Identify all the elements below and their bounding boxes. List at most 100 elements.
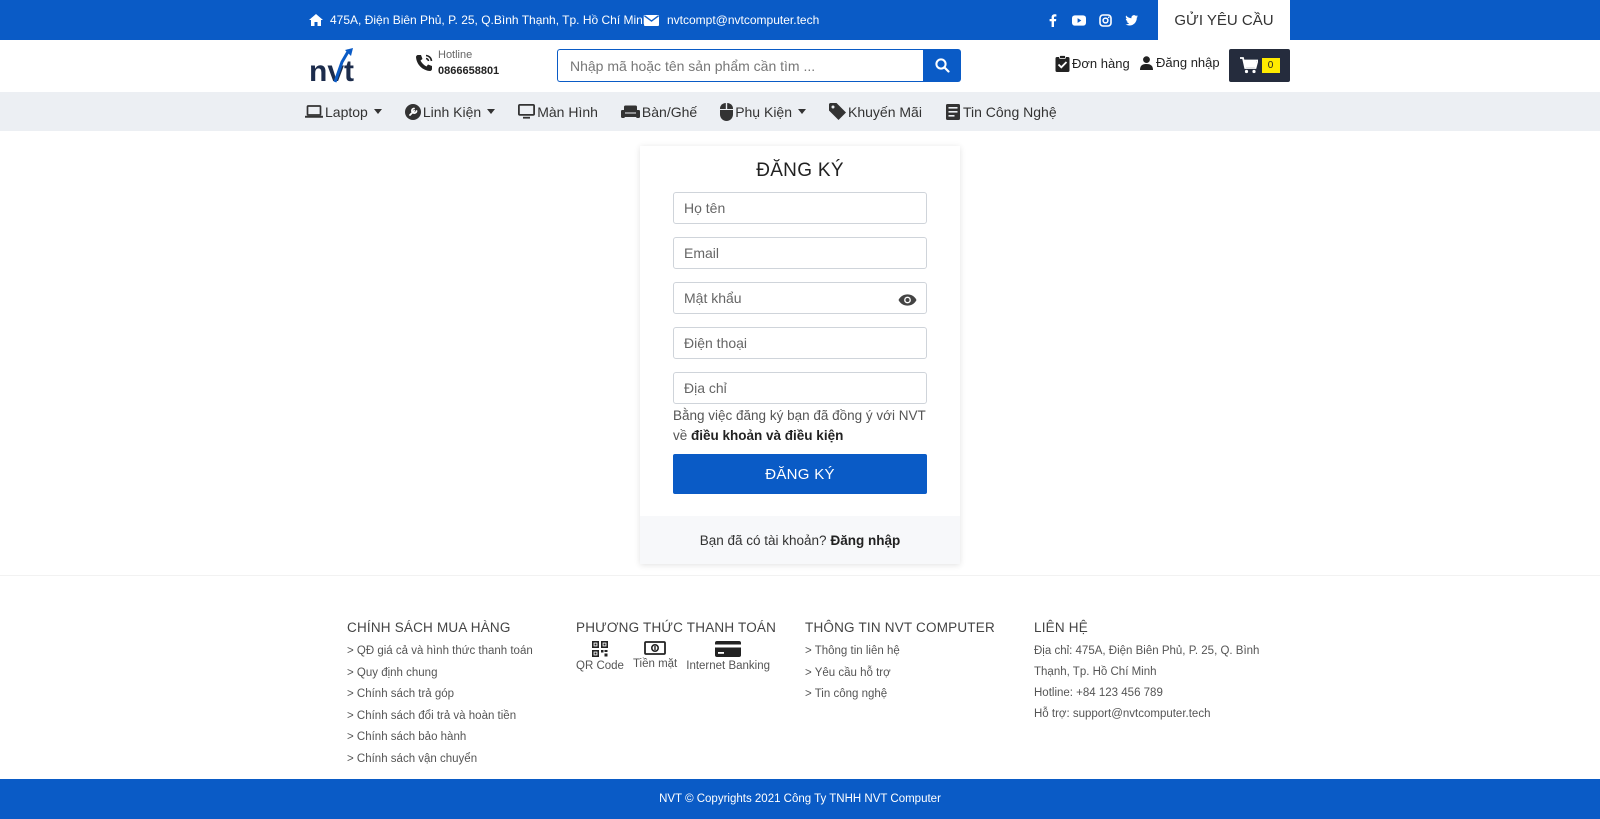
footer-policy-link[interactable]: > Quy định chung bbox=[347, 663, 533, 685]
footer-contact-column: LIÊN HỆ Địa chỉ: 475A, Điện Biên Phủ, P.… bbox=[1034, 620, 1259, 725]
hotline[interactable]: Hotline 0866658801 bbox=[414, 48, 499, 78]
home-icon bbox=[309, 14, 323, 26]
footer-contact-title: LIÊN HỆ bbox=[1034, 620, 1088, 635]
nav-label: Tin Công Nghệ bbox=[962, 103, 1057, 120]
hotline-number: 0866658801 bbox=[438, 65, 500, 77]
footer-payment-title: PHƯƠNG THỨC THANH TOÁN bbox=[576, 620, 777, 635]
login-label: Đăng nhập bbox=[1156, 55, 1220, 70]
hotline-label: Hotline bbox=[438, 49, 473, 61]
footer-contact-address-cont: Thạnh, Tp. Hồ Chí Minh bbox=[1034, 666, 1157, 678]
credit-card-icon bbox=[715, 641, 742, 657]
login-prompt: Bạn đã có tài khoản? Đăng nhập bbox=[640, 516, 960, 564]
site-header: nvt Hotline 0866658801 Đơn hàng Đăng nhậ… bbox=[0, 40, 1600, 92]
wrench-icon bbox=[404, 103, 421, 120]
footer-contact-hotline: Hotline: +84 123 456 789 bbox=[1034, 687, 1163, 699]
login-prompt-link[interactable]: Đăng nhập bbox=[831, 533, 901, 548]
clipboard-check-icon bbox=[1055, 55, 1070, 72]
have-account-text: Bạn đã có tài khoản? bbox=[699, 532, 827, 548]
footer-policy-link[interactable]: > QĐ giá cả và hình thức thanh toán bbox=[347, 641, 533, 663]
footer-contact-address: Địa chỉ: 475A, Điện Biên Phủ, P. 25, Q. … bbox=[1034, 645, 1260, 657]
footer-company-column: THÔNG TIN NVT COMPUTER > Thông tin liên … bbox=[805, 620, 995, 706]
copyright-text: NVT © Copyrights 2021 Công Ty TNHH NVT C… bbox=[659, 793, 941, 805]
user-icon bbox=[1140, 55, 1153, 70]
footer-company-title: THÔNG TIN NVT COMPUTER bbox=[805, 620, 995, 635]
instagram-icon[interactable] bbox=[1098, 13, 1112, 27]
register-button[interactable]: ĐĂNG KÝ bbox=[673, 454, 927, 494]
top-bar: 475A, Điện Biên Phủ, P. 25, Q.Bình Thạnh… bbox=[0, 0, 1600, 40]
password-field[interactable] bbox=[673, 282, 927, 314]
orders-label: Đơn hàng bbox=[1072, 56, 1130, 71]
store-address: 475A, Điện Biên Phủ, P. 25, Q.Bình Thạnh… bbox=[309, 0, 650, 40]
nav-item-ban-ghe[interactable]: Bàn/Ghế bbox=[620, 103, 698, 120]
send-request-button[interactable]: GỬI YÊU CẦU bbox=[1158, 0, 1290, 40]
category-nav: Laptop Linh Kiện Màn Hình Bàn/Ghế Phụ Ki… bbox=[0, 92, 1600, 131]
search-bar bbox=[557, 49, 961, 82]
search-icon bbox=[934, 58, 950, 73]
couch-icon bbox=[620, 105, 640, 118]
envelope-icon bbox=[644, 14, 659, 26]
copyright-bar: NVT © Copyrights 2021 Công Ty TNHH NVT C… bbox=[0, 779, 1600, 819]
terms-notice: Bằng việc đăng ký bạn đã đồng ý với NVT … bbox=[673, 406, 933, 446]
cart-button[interactable]: 0 bbox=[1229, 49, 1290, 82]
nav-item-man-hinh[interactable]: Màn Hình bbox=[518, 104, 598, 120]
nav-item-khuyen-mai[interactable]: Khuyến Mãi bbox=[829, 103, 922, 120]
footer-policy-link[interactable]: > Chính sách đổi trả và hoàn tiền bbox=[347, 706, 533, 728]
laptop-icon bbox=[305, 105, 323, 118]
payment-label: Tiền mặt bbox=[632, 658, 678, 670]
eye-icon[interactable] bbox=[897, 290, 917, 310]
footer-policy-title: CHÍNH SÁCH MUA HÀNG bbox=[347, 620, 511, 635]
store-email[interactable]: nvtcompt@nvtcomputer.tech bbox=[644, 0, 819, 40]
footer-company-link[interactable]: > Thông tin liên hệ bbox=[805, 641, 995, 663]
nav-label: Phụ Kiện bbox=[735, 103, 793, 120]
login-link[interactable]: Đăng nhập bbox=[1140, 55, 1220, 70]
youtube-icon[interactable] bbox=[1072, 13, 1086, 27]
qrcode-icon bbox=[591, 641, 608, 657]
cash-icon bbox=[644, 641, 666, 655]
nav-label: Linh Kiện bbox=[422, 103, 482, 120]
search-button[interactable] bbox=[923, 49, 961, 82]
phone-field[interactable] bbox=[673, 327, 927, 359]
nav-label: Bàn/Ghế bbox=[641, 103, 698, 120]
email-field[interactable] bbox=[673, 237, 927, 269]
logo-text: nvt bbox=[309, 55, 354, 86]
caret-down-icon bbox=[373, 109, 382, 114]
nav-item-tin-cong-nghe[interactable]: Tin Công Nghệ bbox=[945, 103, 1057, 120]
footer-policy-link[interactable]: > Chính sách trả góp bbox=[347, 684, 533, 706]
twitter-icon[interactable] bbox=[1124, 13, 1138, 27]
address-text: 475A, Điện Biên Phủ, P. 25, Q.Bình Thạnh… bbox=[330, 13, 650, 27]
nav-label: Khuyến Mãi bbox=[848, 103, 922, 120]
footer-contact-support: Hỗ trợ: support@nvtcomputer.tech bbox=[1034, 708, 1211, 720]
nav-label: Màn Hình bbox=[537, 103, 598, 120]
register-card: ĐĂNG KÝ Bằng việc đăng ký bạn đã đồng ý … bbox=[640, 146, 960, 564]
site-footer: CHÍNH SÁCH MUA HÀNG > QĐ giá cả và hình … bbox=[0, 575, 1600, 779]
footer-policy-column: CHÍNH SÁCH MUA HÀNG > QĐ giá cả và hình … bbox=[347, 620, 533, 771]
orders-link[interactable]: Đơn hàng bbox=[1055, 55, 1130, 72]
tag-icon bbox=[829, 103, 847, 120]
nav-item-linh-kien[interactable]: Linh Kiện bbox=[404, 103, 496, 120]
footer-policy-link[interactable]: > Chính sách bảo hành bbox=[347, 727, 533, 749]
caret-down-icon bbox=[798, 109, 807, 114]
footer-company-link[interactable]: > Tin công nghệ bbox=[805, 684, 995, 706]
payment-label: QR Code bbox=[576, 660, 624, 672]
payment-qr: QR Code bbox=[576, 641, 624, 672]
payment-cash: Tiền mặt bbox=[633, 641, 677, 672]
footer-payment-column: PHƯƠNG THỨC THANH TOÁN QR Code Tiền mặt … bbox=[576, 620, 776, 672]
terms-link[interactable]: điều khoản và điều kiện bbox=[691, 428, 843, 443]
nvt-logo[interactable]: nvt bbox=[309, 48, 373, 88]
social-links bbox=[1046, 0, 1138, 40]
footer-company-link[interactable]: > Yêu cầu hỗ trợ bbox=[805, 663, 995, 685]
payment-label: Internet Banking bbox=[686, 660, 771, 672]
cart-count-badge: 0 bbox=[1261, 58, 1280, 73]
address-field[interactable] bbox=[673, 372, 927, 404]
nav-label: Laptop bbox=[325, 103, 368, 120]
nav-item-phu-kien[interactable]: Phụ Kiện bbox=[720, 102, 807, 121]
facebook-icon[interactable] bbox=[1046, 13, 1060, 27]
footer-policy-link[interactable]: > Chính sách vận chuyển bbox=[347, 749, 533, 771]
cart-icon bbox=[1239, 57, 1258, 74]
nav-item-laptop[interactable]: Laptop bbox=[305, 104, 382, 120]
monitor-icon bbox=[518, 104, 536, 119]
news-icon bbox=[945, 103, 960, 120]
phone-volume-icon bbox=[416, 54, 433, 71]
search-input[interactable] bbox=[557, 49, 923, 82]
fullname-field[interactable] bbox=[673, 192, 927, 224]
